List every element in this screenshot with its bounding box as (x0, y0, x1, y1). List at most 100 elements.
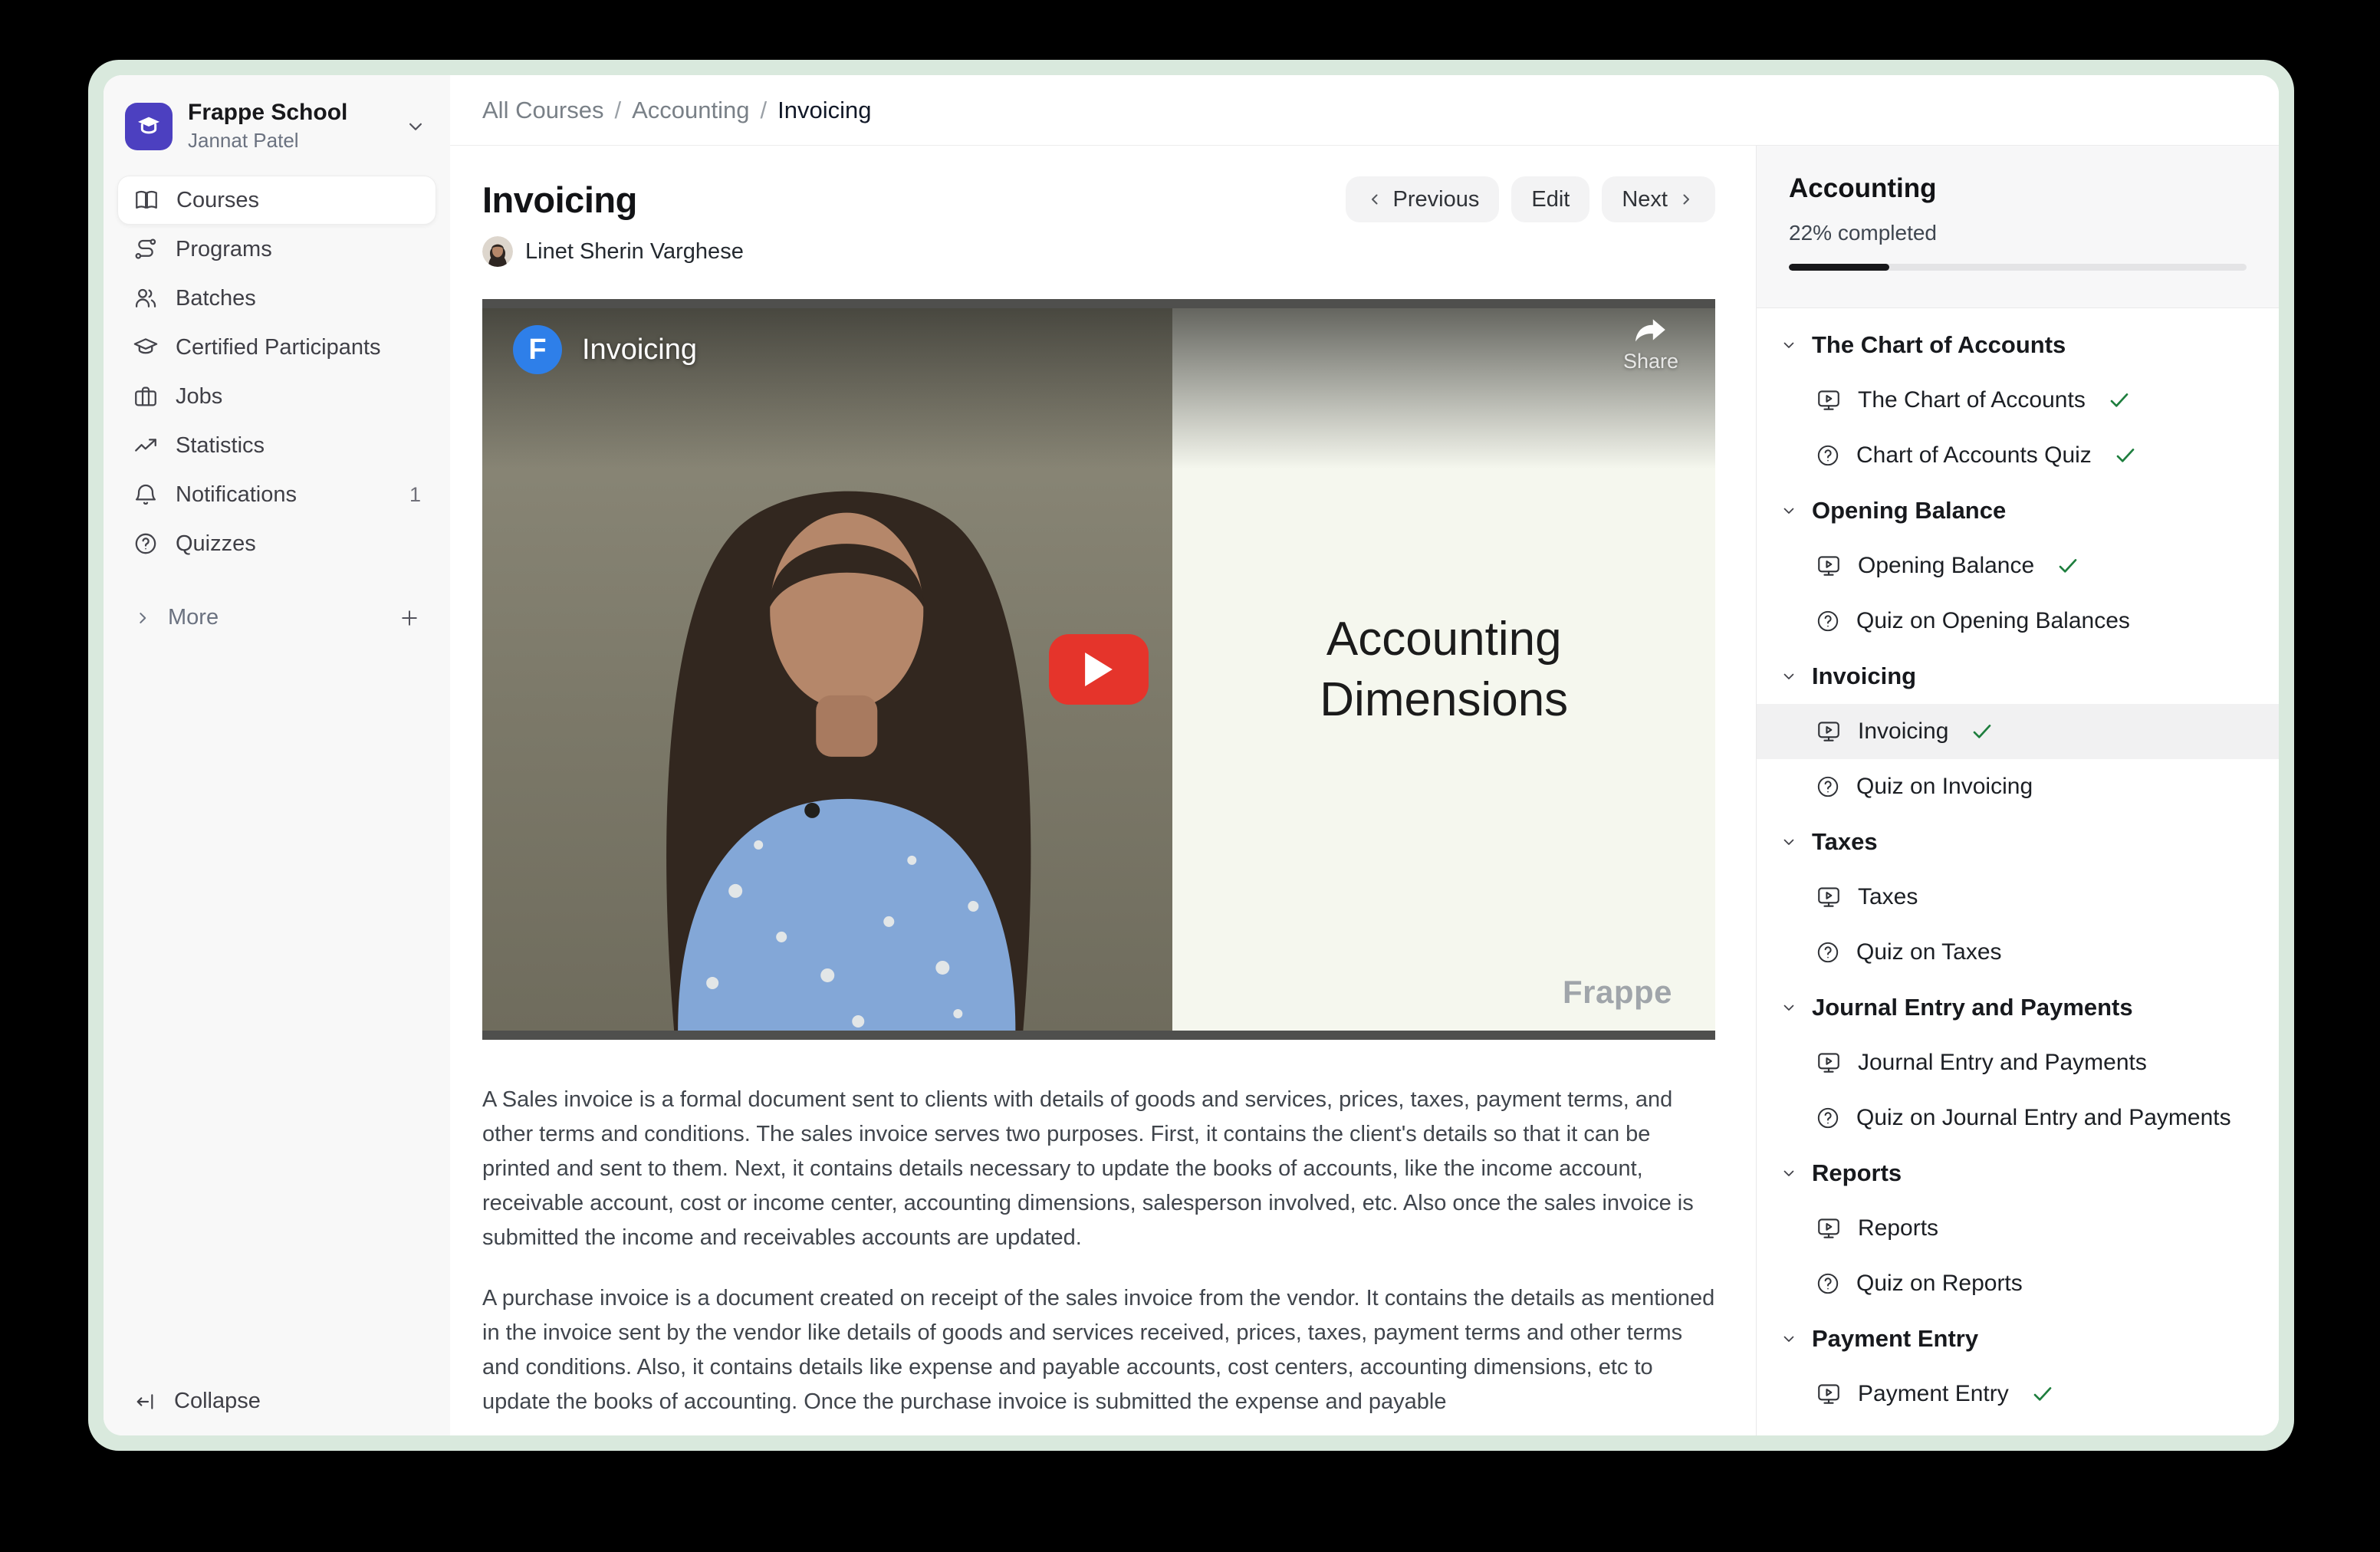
sidebar-item-programs[interactable]: Programs (117, 225, 436, 274)
frappe-watermark: Frappe (1563, 974, 1672, 1011)
quiz-icon (1815, 939, 1841, 965)
workspace-user: Jannat Patel (188, 129, 347, 153)
play-icon (1084, 653, 1113, 686)
completed-check-icon (2030, 1382, 2055, 1406)
frappe-school-logo-icon (125, 103, 173, 150)
sidebar-item-label: Jobs (176, 384, 222, 409)
quiz-icon (1815, 1105, 1841, 1131)
course-outline-header: Accounting 22% completed (1757, 146, 2279, 308)
help-circle-icon (133, 531, 159, 557)
outline-item-lesson-active[interactable]: Invoicing (1757, 704, 2279, 759)
outline-section-payment-entry[interactable]: Payment Entry (1757, 1311, 2279, 1366)
outline-item-quiz[interactable]: Quiz on Journal Entry and Payments (1757, 1090, 2279, 1146)
outline-section-opening-balance[interactable]: Opening Balance (1757, 483, 2279, 538)
chevron-right-icon (1677, 190, 1695, 209)
outline-section-chart-of-accounts[interactable]: The Chart of Accounts (1757, 317, 2279, 373)
next-button[interactable]: Next (1602, 176, 1715, 222)
video-overlay-title[interactable]: Invoicing (582, 334, 697, 367)
outline-item-quiz[interactable]: Quiz on Taxes (1757, 925, 2279, 980)
quiz-icon (1815, 1271, 1841, 1297)
share-button[interactable]: Share (1623, 317, 1678, 373)
quiz-icon (1815, 442, 1841, 469)
outline-section-journal-entry[interactable]: Journal Entry and Payments (1757, 980, 2279, 1035)
outline-item-quiz[interactable]: Quiz on Reports (1757, 1256, 2279, 1311)
lesson-video-icon (1815, 552, 1843, 580)
app-window: Frappe School Jannat Patel Courses Progr… (104, 75, 2279, 1435)
sidebar-more-toggle[interactable]: More (117, 605, 436, 630)
sidebar-item-certified-participants[interactable]: Certified Participants (117, 323, 436, 372)
sidebar-item-label: Notifications (176, 482, 297, 508)
paragraph: A purchase invoice is a document created… (482, 1281, 1715, 1419)
book-open-icon (133, 187, 159, 213)
sidebar-item-notifications[interactable]: Notifications 1 (117, 470, 436, 519)
sidebar-item-label: Quizzes (176, 531, 256, 557)
paragraph: A Sales invoice is a formal document sen… (482, 1083, 1715, 1255)
sidebar-item-statistics[interactable]: Statistics (117, 421, 436, 470)
outline-item-lesson[interactable]: Payment Entry (1757, 1366, 2279, 1422)
sidebar-item-label: Statistics (176, 433, 265, 459)
chevron-down-icon[interactable] (404, 115, 427, 138)
outline-section-reports[interactable]: Reports (1757, 1146, 2279, 1201)
plus-icon[interactable] (398, 607, 421, 630)
sidebar-nav: Courses Programs Batches Certified Parti… (117, 176, 436, 568)
edit-button[interactable]: Edit (1511, 176, 1589, 222)
chevron-down-icon (1780, 501, 1798, 520)
sidebar-item-courses[interactable]: Courses (117, 176, 436, 225)
chevron-right-icon (133, 608, 153, 628)
channel-avatar[interactable]: F (513, 325, 562, 374)
outline-item-lesson[interactable]: Journal Entry and Payments (1757, 1035, 2279, 1090)
breadcrumb: All Courses / Accounting / Invoicing (450, 75, 2279, 146)
outline-item-lesson[interactable]: Taxes (1757, 870, 2279, 925)
collapse-icon (134, 1389, 159, 1414)
chevron-down-icon (1780, 336, 1798, 354)
lesson-video-icon (1815, 1215, 1843, 1242)
play-button[interactable] (1049, 634, 1149, 705)
completed-check-icon (2056, 554, 2080, 578)
lesson-video-icon (1815, 718, 1843, 745)
page-title: Invoicing (482, 179, 637, 221)
outline-item-quiz[interactable]: Chart of Accounts Quiz (1757, 428, 2279, 483)
chevron-down-icon (1780, 1330, 1798, 1348)
lesson-video-icon (1815, 1380, 1843, 1408)
outline-item-lesson[interactable]: Reports (1757, 1201, 2279, 1256)
sidebar-collapse-button[interactable]: Collapse (117, 1389, 436, 1414)
sidebar-item-quizzes[interactable]: Quizzes (117, 519, 436, 568)
graduation-cap-icon (133, 334, 159, 360)
outline-section-invoicing[interactable]: Invoicing (1757, 649, 2279, 704)
breadcrumb-current: Invoicing (777, 97, 871, 124)
lesson-video-icon (1815, 1049, 1843, 1077)
video-player[interactable]: Accounting Dimensions F Invoicing Share (482, 299, 1715, 1040)
chevron-down-icon (1780, 1164, 1798, 1182)
progress-bar (1789, 264, 2247, 271)
sidebar-item-label: Courses (176, 188, 259, 213)
breadcrumb-all-courses[interactable]: All Courses (482, 97, 604, 124)
previous-button[interactable]: Previous (1346, 176, 1500, 222)
breadcrumb-separator: / (761, 97, 768, 124)
window-frame: Frappe School Jannat Patel Courses Progr… (88, 60, 2294, 1451)
sidebar-item-jobs[interactable]: Jobs (117, 372, 436, 421)
sidebar-item-batches[interactable]: Batches (117, 274, 436, 323)
completed-check-icon (1970, 719, 1994, 744)
author-row: Linet Sherin Varghese (482, 236, 1756, 267)
sidebar-item-label: Certified Participants (176, 335, 381, 360)
sidebar-item-label: Batches (176, 286, 256, 311)
outline-item-lesson[interactable]: Opening Balance (1757, 538, 2279, 594)
sidebar-item-label: Programs (176, 237, 272, 262)
outline-item-lesson[interactable]: The Chart of Accounts (1757, 373, 2279, 428)
lesson-body: A Sales invoice is a formal document sen… (482, 1083, 1715, 1419)
lesson-video-icon (1815, 386, 1843, 414)
collapse-label: Collapse (174, 1389, 261, 1414)
more-label: More (168, 605, 219, 630)
video-bottom-bar (482, 1031, 1715, 1040)
completed-check-icon (2107, 388, 2132, 413)
outline-item-quiz[interactable]: Quiz on Opening Balances (1757, 594, 2279, 649)
outline-item-quiz[interactable]: Quiz on Invoicing (1757, 759, 2279, 814)
bell-icon (133, 482, 159, 508)
outline-section-taxes[interactable]: Taxes (1757, 814, 2279, 870)
chevron-down-icon (1780, 667, 1798, 686)
sidebar: Frappe School Jannat Patel Courses Progr… (104, 75, 450, 1435)
workspace-switcher[interactable]: Frappe School Jannat Patel (117, 94, 436, 176)
lesson-content: Invoicing Previous Edit Next (450, 146, 1756, 1435)
breadcrumb-course[interactable]: Accounting (632, 97, 749, 124)
chevron-down-icon (1780, 833, 1798, 851)
